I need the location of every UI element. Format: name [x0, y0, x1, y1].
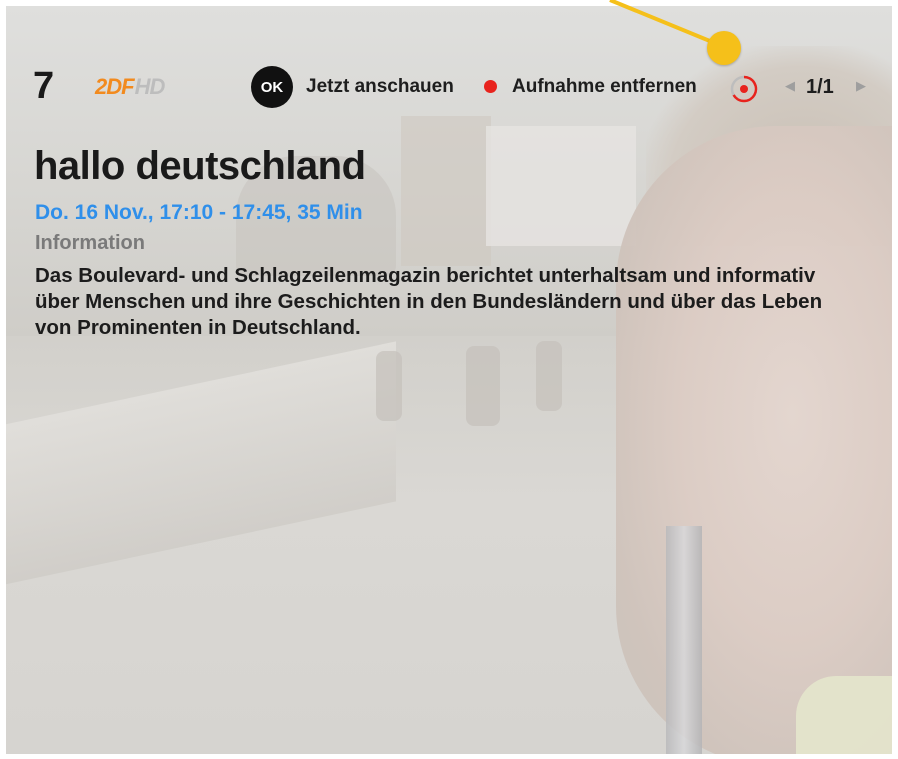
background-person: [536, 341, 562, 411]
background-pole: [666, 526, 702, 754]
program-datetime: Do. 16 Nov., 17:10 - 17:45, 35 Min: [35, 201, 363, 224]
background-collar: [796, 676, 892, 754]
background-person: [466, 346, 500, 426]
program-description: Das Boulevard- und Schlagzeilenmagazin b…: [35, 264, 823, 339]
recording-indicator-icon: [730, 75, 758, 103]
program-genre: Information: [35, 232, 145, 254]
zdf-logo-mark: 2DF: [95, 74, 135, 99]
chevron-right-icon[interactable]: ▶: [856, 78, 866, 94]
background-building: [401, 116, 491, 266]
program-title: hallo deutschland: [34, 144, 366, 188]
tv-screen: [6, 6, 892, 754]
background-person: [376, 351, 402, 421]
watch-now-label[interactable]: Jetzt anschauen: [306, 76, 454, 98]
annotation-pointer-dot: [707, 31, 741, 65]
background-house: [486, 126, 636, 246]
remove-recording-label[interactable]: Aufnahme entfernen: [512, 76, 697, 98]
page-indicator: 1/1: [806, 76, 834, 98]
background-face: [616, 126, 892, 754]
record-dot-icon[interactable]: [484, 80, 497, 93]
hd-logo-mark: HD: [134, 74, 166, 99]
chevron-left-icon[interactable]: ◀: [785, 78, 795, 94]
ok-button-icon[interactable]: OK: [251, 66, 293, 108]
channel-number: 7: [33, 65, 55, 107]
channel-logo: 2DF HD: [95, 70, 166, 104]
